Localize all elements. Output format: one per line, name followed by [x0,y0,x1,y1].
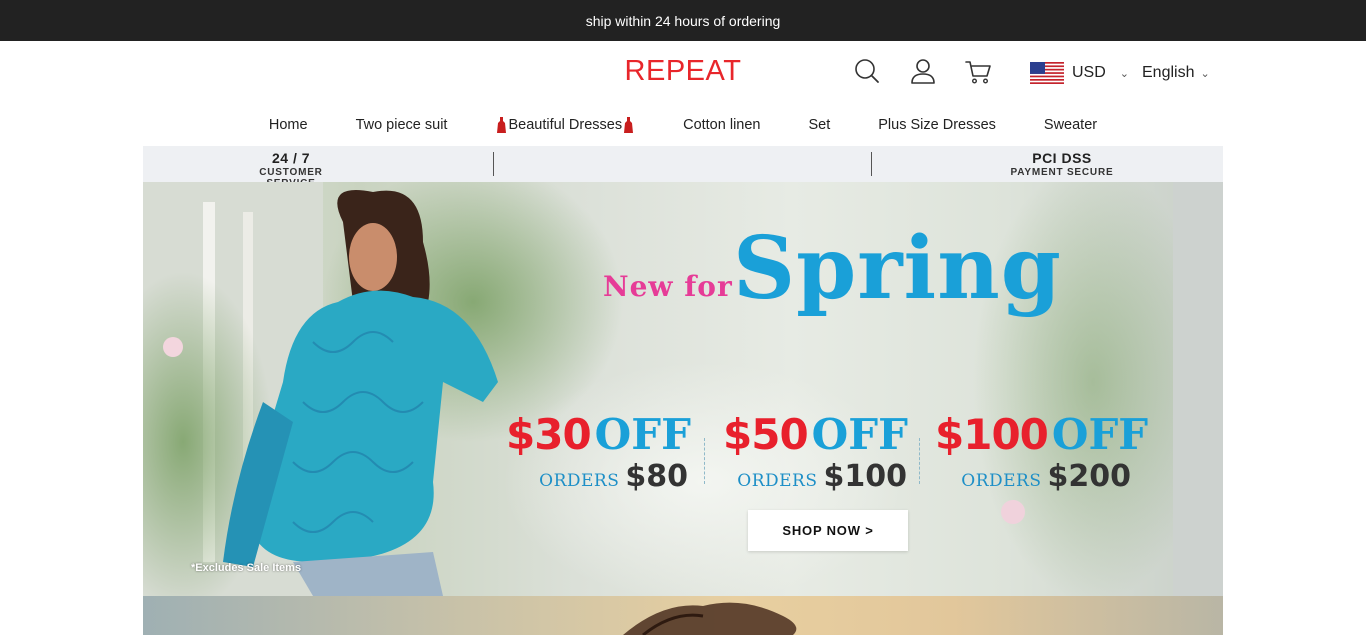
hero-new-for-text: New for [603,270,733,303]
divider [871,152,872,176]
announcement-text: ship within 24 hours of ordering [585,12,781,29]
trust-bar: 24 / 7 CUSTOMER SERVICE PCI DSS PAYMENT … [143,146,1223,189]
nav-item-beautiful-dresses[interactable]: Beautiful Dresses [471,117,659,133]
us-flag-icon [1030,62,1064,84]
main-nav: Home Two piece suit Beautiful Dresses Co… [0,105,1366,145]
announcement-bar: ship within 24 hours of ordering [0,0,1366,41]
nav-item-cotton-linen[interactable]: Cotton linen [659,117,784,133]
chevron-down-icon: ⌄ [1200,67,1210,80]
offer-divider [704,438,705,484]
currency-label: USD [1072,64,1106,81]
shop-now-button[interactable]: SHOP NOW > [748,510,908,551]
language-selector[interactable]: English ⌄ [1142,61,1210,85]
offer-divider [919,438,920,484]
offer-tier: $50OFF ORDERS $100 [723,410,908,494]
dress-icon [497,117,507,133]
divider [493,152,494,176]
offer-tier: $100OFF ORDERS $200 [935,410,1149,494]
hero-banner[interactable]: New for Spring $30OFF ORDERS $80 $50OFF O… [143,182,1223,596]
dress-icon [624,117,634,133]
nav-item-sweater[interactable]: Sweater [1020,117,1121,133]
offer-tier: $30OFF ORDERS $80 [506,410,691,494]
language-label: English [1142,64,1195,81]
search-icon[interactable] [853,57,881,87]
chevron-down-icon: ⌄ [1119,67,1129,80]
currency-selector[interactable]: USD ⌄ [1030,61,1129,85]
nav-item-set[interactable]: Set [784,117,854,133]
secondary-banner[interactable] [143,596,1223,635]
payment-secure-badge: PCI DSS PAYMENT SECURE [1010,150,1114,178]
secondary-banner-image [623,602,797,635]
nav-item-plus-size-dresses[interactable]: Plus Size Dresses [854,117,1020,133]
nav-item-two-piece-suit[interactable]: Two piece suit [332,117,472,133]
account-icon[interactable] [909,57,937,87]
exclusion-note: *Excludes Sale Items [191,562,302,574]
site-header: REPEAT USD ⌄ English ⌄ [0,41,1366,105]
nav-item-home[interactable]: Home [245,117,332,133]
site-logo[interactable]: REPEAT [583,55,783,88]
hero-spring-text: Spring [733,218,1062,319]
cart-icon[interactable] [964,57,992,87]
